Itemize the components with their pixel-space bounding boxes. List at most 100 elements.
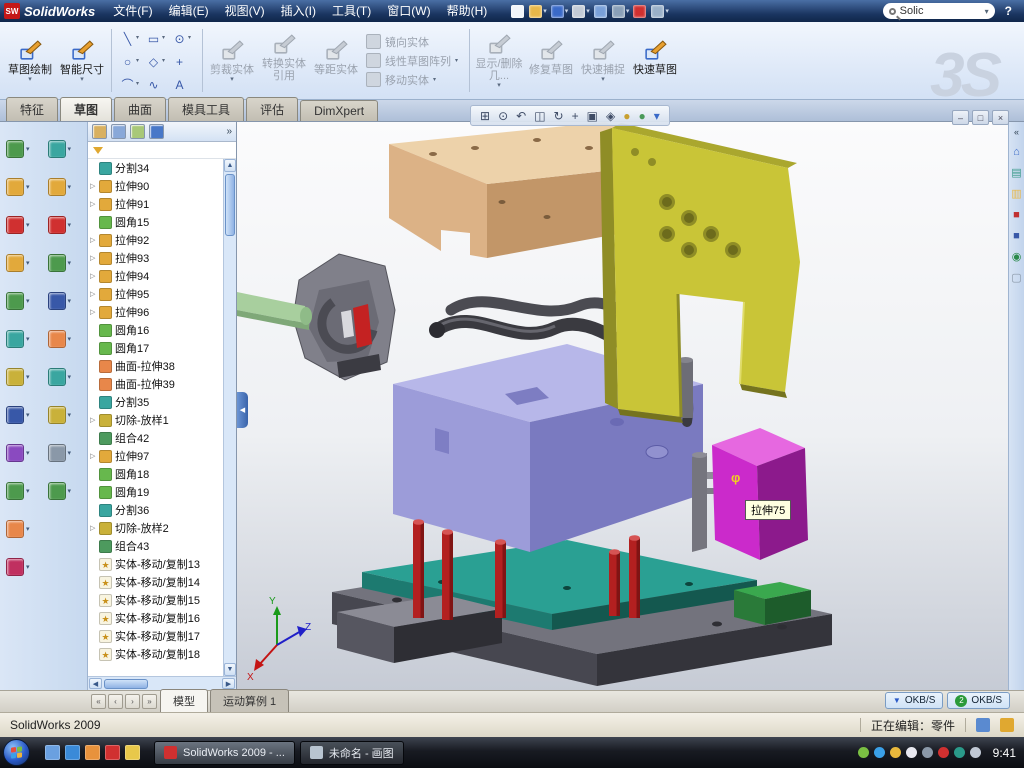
line-tool[interactable]: ╲ ▾	[119, 27, 143, 49]
ribbon-tab[interactable]: 特征	[6, 97, 58, 121]
feature-tree-item[interactable]: 圆角15	[88, 213, 223, 231]
weldments-flyout-icon[interactable]: ▾	[44, 130, 85, 168]
feature-tree-item[interactable]: ★ 实体-移动/复制13	[88, 555, 223, 573]
home-icon[interactable]: ⌂	[1013, 147, 1020, 158]
section-view-icon[interactable]: ◫	[534, 110, 545, 122]
feature-tree-item[interactable]: ★ 实体-移动/复制17	[88, 627, 223, 645]
reference-geometry-flyout-icon[interactable]: ▾	[2, 396, 43, 434]
menu-item[interactable]: 文件(F)	[105, 0, 160, 22]
sheet-metal-flyout-icon[interactable]: ▾	[2, 548, 43, 586]
menu-item[interactable]: 视图(V)	[217, 0, 273, 22]
upload-speed[interactable]: 2 OKB/S	[947, 692, 1010, 709]
tree-expander-icon[interactable]: ▷	[90, 416, 99, 424]
feature-tree-item[interactable]: 圆角16	[88, 321, 223, 339]
surface-flyout-icon[interactable]: ▾	[2, 320, 43, 358]
feature-tree-item[interactable]: 分割34	[88, 159, 223, 177]
text-tool[interactable]: A	[171, 73, 195, 95]
model-yellow-bracket[interactable]	[600, 123, 800, 423]
custom-properties-icon[interactable]: ■	[1013, 231, 1020, 242]
spline-flyout-icon[interactable]: ▾	[44, 396, 85, 434]
feature-tree-item[interactable]: ▷ 拉伸96	[88, 303, 223, 321]
trim-entities-button[interactable]: 剪裁实体 ▾	[206, 24, 258, 97]
edit-appearance-icon[interactable]: ●	[623, 110, 630, 122]
relations-flyout-icon[interactable]: ▾	[44, 206, 85, 244]
feature-tree-item[interactable]: ★ 实体-移动/复制15	[88, 591, 223, 609]
scroll-right-button[interactable]: ▶	[222, 678, 235, 689]
mirror-flyout-icon[interactable]: ▾	[44, 358, 85, 396]
feature-tree-item[interactable]: 圆角19	[88, 483, 223, 501]
document-tab[interactable]: 运动算例 1	[210, 689, 289, 712]
tree-expander-icon[interactable]: ▷	[90, 254, 99, 262]
ribbon-tab[interactable]: 模具工具	[168, 97, 244, 121]
spline-tool[interactable]: ∿	[145, 73, 169, 95]
feature-tree-item[interactable]: ▷ 拉伸95	[88, 285, 223, 303]
tray-battery-icon[interactable]	[970, 747, 981, 758]
pan-icon[interactable]: +	[572, 110, 579, 122]
display-style-icon[interactable]: ◈	[606, 110, 615, 122]
last-tab-button[interactable]: »	[142, 694, 157, 709]
move-entities-button[interactable]: 移动实体 ▾	[366, 72, 462, 88]
sketch-button[interactable]: 草图绘制 ▾	[4, 24, 56, 97]
feature-tree-item[interactable]: ★ 实体-移动/复制18	[88, 645, 223, 663]
tree-expander-icon[interactable]: ▷	[90, 308, 99, 316]
extrude-flyout-icon[interactable]: ▾	[2, 244, 43, 282]
explorer-icon[interactable]	[125, 745, 140, 760]
feature-tree-item[interactable]: ▷ 切除-放样1	[88, 411, 223, 429]
first-tab-button[interactable]: «	[91, 694, 106, 709]
next-tab-button[interactable]: ›	[125, 694, 140, 709]
tree-horizontal-scrollbar[interactable]: ◀ ▶	[88, 676, 236, 690]
convert-flyout-icon[interactable]: ▾	[44, 282, 85, 320]
previous-view-icon[interactable]: ↶	[516, 110, 526, 122]
panel-overflow-button[interactable]: »	[226, 126, 232, 137]
taskbar-window-button[interactable]: 未命名 - 画图	[300, 741, 404, 765]
mold-tools-flyout-icon[interactable]: ▾	[2, 434, 43, 472]
task-pane-collapse-button[interactable]: «	[1014, 127, 1019, 137]
revolve-flyout-icon[interactable]: ▾	[2, 282, 43, 320]
menu-item[interactable]: 工具(T)	[324, 0, 379, 22]
new-document-icon[interactable]	[511, 5, 525, 18]
search-box[interactable]: Solic ▾	[883, 3, 995, 19]
status-edit-icon[interactable]	[1000, 718, 1014, 732]
feature-tree-item[interactable]: ▷ 拉伸93	[88, 249, 223, 267]
repair-sketch-button[interactable]: 修复草图	[525, 24, 577, 97]
feature-tree-item[interactable]: 曲面-拉伸38	[88, 357, 223, 375]
menu-item[interactable]: 编辑(E)	[161, 0, 217, 22]
solidworks-launcher-icon[interactable]	[105, 745, 120, 760]
ribbon-tab[interactable]: 曲面	[114, 97, 166, 121]
solidworks-resources-icon[interactable]: ■	[1013, 210, 1020, 221]
feature-tree-item[interactable]: 组合42	[88, 429, 223, 447]
propertymanager-tab-icon[interactable]	[111, 124, 126, 139]
linear-sketch-pattern-button[interactable]: 线性草图阵列 ▾	[366, 53, 462, 69]
document-recovery-icon[interactable]: ▢	[1011, 273, 1021, 284]
tree-expander-icon[interactable]: ▷	[90, 272, 99, 280]
help-button[interactable]: ?	[1005, 4, 1012, 18]
print-icon[interactable]: ▾	[572, 5, 590, 18]
rebuild-icon[interactable]	[633, 5, 647, 18]
scrollbar-thumb[interactable]	[225, 174, 235, 236]
offset-flyout-icon[interactable]: ▾	[44, 320, 85, 358]
dimension-flyout-icon[interactable]: ▾	[44, 168, 85, 206]
apply-scene-icon[interactable]: ●	[638, 110, 645, 122]
ie-browser-icon[interactable]	[65, 745, 80, 760]
prev-tab-button[interactable]: ‹	[108, 694, 123, 709]
tray-antivirus-icon[interactable]	[858, 747, 869, 758]
minimize-button[interactable]: –	[952, 110, 969, 125]
scroll-left-button[interactable]: ◀	[89, 678, 102, 689]
convert-entities-button[interactable]: 转换实体引用	[258, 24, 310, 97]
polygon-tool[interactable]: ◇ ▾	[145, 50, 169, 72]
scroll-up-button[interactable]: ▲	[224, 159, 236, 172]
select-icon[interactable]: ▾	[612, 5, 630, 18]
scrollbar-thumb[interactable]	[104, 679, 148, 689]
feature-tree-item[interactable]: 圆角18	[88, 465, 223, 483]
sketch-pencil-icon[interactable]: ▾	[44, 472, 85, 510]
undo-icon[interactable]	[594, 5, 608, 18]
trim-flyout-icon[interactable]: ▾	[44, 244, 85, 282]
taskbar-window-button[interactable]: SolidWorks 2009 - ...	[154, 741, 295, 765]
point-flyout-icon[interactable]: ▾	[44, 434, 85, 472]
feature-tree-item[interactable]: 圆角17	[88, 339, 223, 357]
curves-flyout-icon[interactable]: ▾	[2, 358, 43, 396]
tray-security-icon[interactable]	[938, 747, 949, 758]
tree-expander-icon[interactable]: ▷	[90, 236, 99, 244]
design-library-icon[interactable]: ▤	[1011, 168, 1021, 179]
status-help-icon[interactable]	[976, 718, 990, 732]
